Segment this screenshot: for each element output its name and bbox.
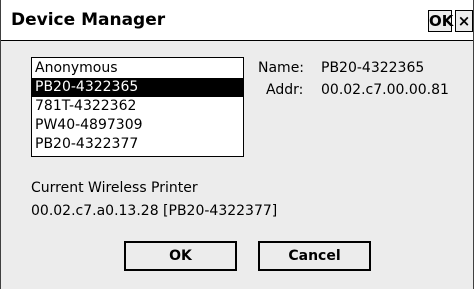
device-list-item-selected[interactable]: PB20-4322365 (32, 78, 243, 97)
device-manager-window: Device Manager OK × Anonymous PB20-43223… (0, 0, 474, 289)
name-label: Name: (258, 60, 305, 76)
device-list-item[interactable]: 781T-4322362 (32, 97, 243, 116)
device-list-item[interactable]: PB20-4322377 (32, 135, 243, 154)
ok-button[interactable]: OK (124, 241, 237, 271)
current-printer-label: Current Wireless Printer (31, 180, 198, 196)
addr-value: 00.02.c7.00.00.81 (321, 82, 449, 98)
device-listbox[interactable]: Anonymous PB20-4322365 781T-4322362 PW40… (31, 57, 244, 157)
close-icon[interactable]: × (455, 10, 473, 32)
addr-label: Addr: (266, 82, 304, 98)
title-bar: Device Manager OK × (1, 0, 473, 41)
name-value: PB20-4322365 (321, 60, 425, 76)
device-list-item[interactable]: PW40-4897309 (32, 116, 243, 135)
current-printer-value: 00.02.c7.a0.13.28 [PB20-4322377] (31, 203, 278, 219)
device-list-item[interactable]: Anonymous (32, 59, 243, 78)
cancel-button[interactable]: Cancel (258, 241, 371, 271)
titlebar-ok-button[interactable]: OK (428, 10, 453, 32)
window-title: Device Manager (11, 10, 166, 30)
